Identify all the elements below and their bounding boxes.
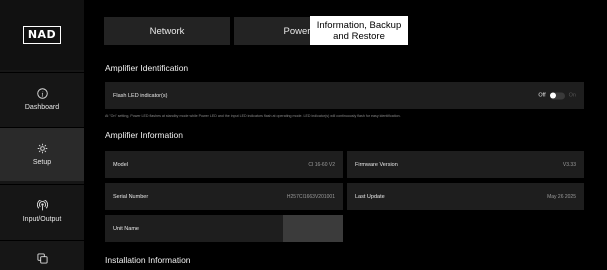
tab-network[interactable]: Network [104, 17, 230, 45]
svg-text:i: i [41, 90, 43, 98]
flash-led-label: Flash LED indicator(s) [113, 92, 168, 99]
broadcast-icon [36, 200, 48, 211]
toggle-knob [550, 92, 557, 99]
toggle-on-label: On [568, 92, 576, 99]
unit-name-label: Unit Name [113, 225, 139, 232]
sidebar-item-copy[interactable] [0, 240, 84, 270]
flash-led-toggle-group: Off On [538, 92, 576, 99]
sidebar-item-input-output[interactable]: Input/Output [0, 184, 84, 238]
tab-information-backup-restore[interactable]: Information, Backup and Restore [310, 16, 408, 45]
model-value: CI 16-60 V2 [308, 161, 335, 168]
sidebar: NAD i Dashboard Setup Input/Output [0, 0, 84, 270]
last-update-row: Last Update May 26 2025 [347, 183, 584, 210]
firmware-value: V3.33 [562, 161, 576, 168]
unit-name-input[interactable] [283, 215, 343, 242]
firmware-row: Firmware Version V3.33 [347, 151, 584, 178]
unit-name-row: Unit Name [105, 215, 343, 242]
sidebar-item-label: Setup [32, 159, 52, 166]
flash-led-toggle[interactable] [549, 92, 565, 99]
sidebar-item-label: Dashboard [24, 104, 60, 111]
section-title-amplifier-information: Amplifier Information [105, 130, 183, 140]
copy-icon [36, 253, 48, 264]
info-icon: i [36, 88, 48, 99]
sidebar-item-dashboard[interactable]: i Dashboard [0, 72, 84, 126]
firmware-label: Firmware Version [355, 161, 398, 168]
model-row: Model CI 16-60 V2 [105, 151, 343, 178]
flash-led-row: Flash LED indicator(s) Off On [105, 82, 584, 109]
serial-label: Serial Number [113, 193, 149, 200]
toggle-off-label: Off [538, 92, 546, 99]
nad-logo: NAD [22, 26, 62, 44]
gear-icon [37, 143, 47, 154]
sidebar-item-label: Input/Output [22, 216, 62, 223]
last-update-value: May 26 2025 [547, 193, 576, 200]
section-title-installation-information: Installation Information [105, 255, 191, 265]
section-title-amplifier-identification: Amplifier Identification [105, 63, 189, 73]
last-update-label: Last Update [355, 193, 385, 200]
serial-value: H257CI1663V201001 [286, 193, 335, 200]
logo-area: NAD [0, 0, 84, 70]
flash-led-hint: At "On" setting, Power LED flashes at st… [105, 114, 401, 118]
main-content: Amplifier Identification Flash LED indic… [84, 54, 607, 270]
model-label: Model [113, 161, 128, 168]
sidebar-item-setup[interactable]: Setup [0, 127, 84, 181]
tab-bar: Network Power Information, Backup and Re… [84, 0, 607, 54]
serial-row: Serial Number H257CI1663V201001 [105, 183, 343, 210]
